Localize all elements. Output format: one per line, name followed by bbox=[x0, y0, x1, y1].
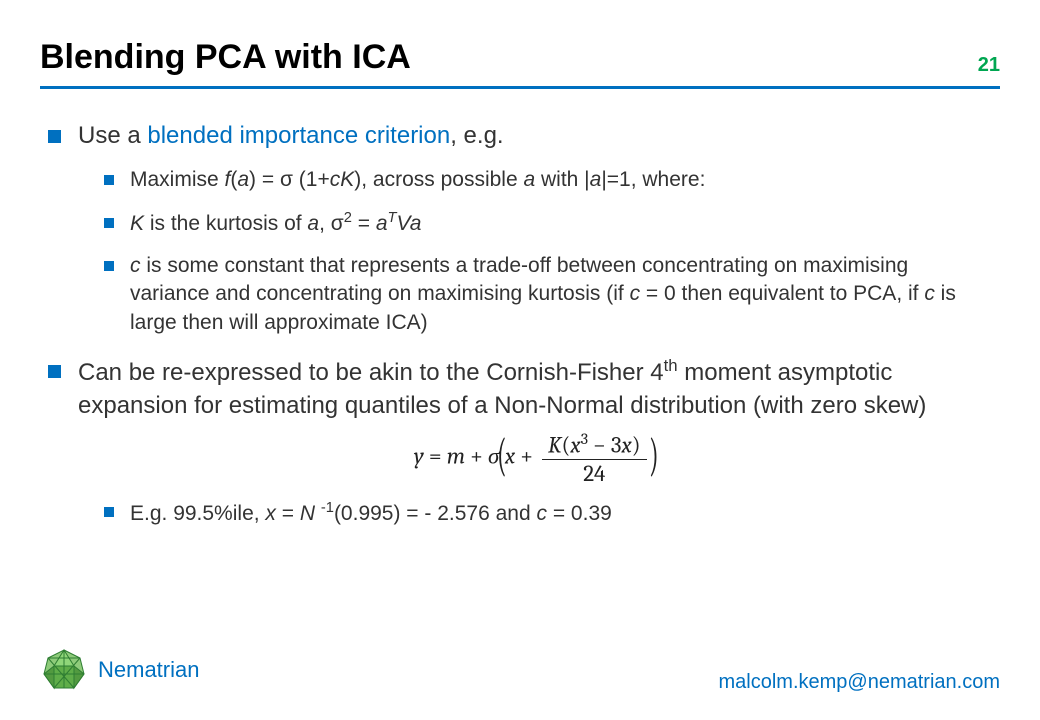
bullet-1c: c is some constant that represents a tra… bbox=[104, 252, 992, 337]
bullet-list-level2: Maximise f(a) = σ (1+cK), across possibl… bbox=[104, 166, 992, 337]
title-underline bbox=[40, 86, 1000, 89]
superscript-neg1: -1 bbox=[321, 500, 334, 516]
text: ) = σ (1+ bbox=[249, 168, 330, 191]
op-plus: + bbox=[465, 443, 488, 470]
text: = 0 then equivalent to PCA, if bbox=[640, 282, 924, 305]
text: (0.995) = - 2.576 and bbox=[334, 502, 537, 525]
var-a: a bbox=[237, 168, 249, 191]
page-number: 21 bbox=[978, 54, 1000, 77]
superscript-2: 2 bbox=[344, 210, 352, 226]
denominator: 24 bbox=[542, 460, 647, 485]
var-cK: cK bbox=[330, 168, 355, 191]
var-c: c bbox=[924, 282, 935, 305]
var-a: a bbox=[307, 212, 319, 235]
text: = 0.39 bbox=[547, 502, 612, 525]
op-eq: = bbox=[424, 443, 447, 470]
bullet-2a: E.g. 99.5%ile, x = N -1(0.995) = - 2.576… bbox=[104, 499, 992, 528]
lparen: ( bbox=[562, 432, 571, 459]
superscript-T: T bbox=[388, 210, 397, 226]
text: Maximise bbox=[130, 168, 225, 191]
bullet-1a: Maximise f(a) = σ (1+cK), across possibl… bbox=[104, 166, 992, 194]
var-a: a bbox=[376, 212, 388, 235]
superscript-th: th bbox=[664, 356, 678, 375]
slide: Blending PCA with ICA 21 Use a blended i… bbox=[0, 0, 1040, 720]
brand-name: Nematrian bbox=[98, 657, 199, 683]
rparen: ) bbox=[632, 432, 641, 459]
text: = bbox=[276, 502, 300, 525]
var-K: K bbox=[130, 212, 144, 235]
fraction: K(x3 − 3x)24 bbox=[542, 432, 647, 485]
var-x: x bbox=[265, 502, 276, 525]
header: Blending PCA with ICA 21 bbox=[40, 38, 1000, 77]
text: Can be re-expressed to be akin to the Co… bbox=[78, 359, 664, 386]
var-c: c bbox=[630, 282, 641, 305]
big-rparen: ) bbox=[648, 433, 658, 479]
formula-cornish-fisher: y = m + σ(x + K(x3 − 3x)24) bbox=[78, 432, 992, 485]
bullet-2: Can be re-expressed to be akin to the Co… bbox=[48, 355, 992, 528]
text: = bbox=[352, 212, 376, 235]
var-K: K bbox=[548, 432, 561, 459]
var-N: N bbox=[300, 502, 315, 525]
slide-title: Blending PCA with ICA bbox=[40, 38, 411, 77]
var-a: a bbox=[590, 168, 602, 191]
text: |=1, where: bbox=[601, 168, 705, 191]
var-x: x bbox=[621, 432, 631, 459]
text: with | bbox=[535, 168, 589, 191]
bullet-list-level1: Use a blended importance criterion, e.g.… bbox=[48, 120, 992, 528]
text: , σ bbox=[319, 212, 344, 235]
numerator: K(x3 − 3x) bbox=[542, 432, 647, 460]
superscript-3: 3 bbox=[581, 431, 588, 449]
big-lparen: ( bbox=[497, 433, 507, 479]
var-a: a bbox=[523, 168, 535, 191]
var-Va: Va bbox=[397, 212, 422, 235]
bullet-list-level2: E.g. 99.5%ile, x = N -1(0.995) = - 2.576… bbox=[104, 499, 992, 528]
brand: Nematrian bbox=[40, 646, 199, 694]
text: Use a bbox=[78, 122, 147, 149]
var-x: x bbox=[570, 432, 580, 459]
text: is the kurtosis of bbox=[144, 212, 307, 235]
text: E.g. 99.5%ile, bbox=[130, 502, 265, 525]
var-m: m bbox=[447, 443, 465, 470]
var-c: c bbox=[537, 502, 548, 525]
op-plus: + bbox=[515, 443, 538, 470]
text: ), across possible bbox=[354, 168, 523, 191]
contact-email: malcolm.kemp@nematrian.com bbox=[719, 671, 1001, 694]
content-area: Use a blended importance criterion, e.g.… bbox=[48, 120, 992, 546]
text: , e.g. bbox=[450, 122, 503, 149]
highlight-text: blended importance criterion bbox=[147, 122, 450, 149]
var-c: c bbox=[130, 254, 141, 277]
op-minus-3: − 3 bbox=[588, 432, 621, 459]
var-y: y bbox=[414, 443, 424, 470]
bullet-1b: K is the kurtosis of a, σ2 = aTVa bbox=[104, 209, 992, 238]
nematrian-logo-icon bbox=[40, 646, 88, 694]
bullet-1: Use a blended importance criterion, e.g.… bbox=[48, 120, 992, 337]
footer: Nematrian malcolm.kemp@nematrian.com bbox=[40, 646, 1000, 694]
